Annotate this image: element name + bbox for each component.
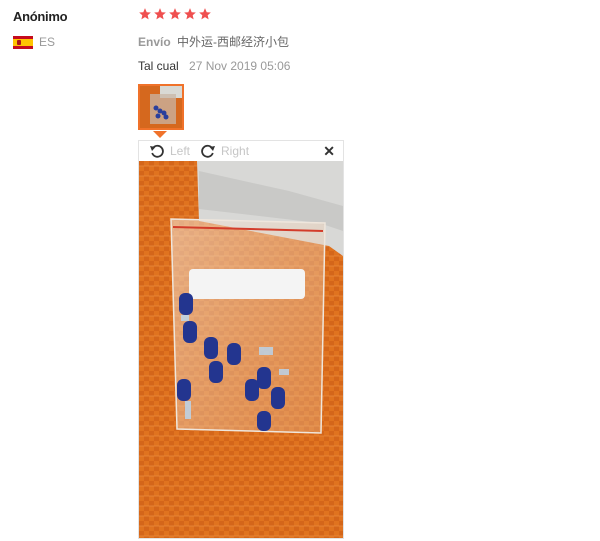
thumbnail-pointer	[153, 131, 167, 138]
viewer-toolbar: Left Right ✕	[139, 141, 343, 161]
photo-viewer: Left Right ✕	[138, 140, 344, 539]
photo-thumbnail[interactable]	[138, 84, 184, 130]
star-icon	[198, 7, 212, 21]
star-icon	[183, 7, 197, 21]
rotate-left-button[interactable]: Left	[149, 144, 190, 158]
country-code: ES	[39, 35, 56, 49]
close-icon: ✕	[323, 143, 335, 159]
review-attribute: Tal cual	[138, 59, 179, 73]
reviewer-name: Anónimo	[13, 9, 68, 24]
shipping-label: Envío	[138, 35, 171, 49]
review-photo	[139, 161, 343, 538]
shipping-value: 中外运-西邮经济小包	[177, 35, 290, 49]
rotate-right-icon	[201, 144, 216, 158]
review-meta: Tal cual 27 Nov 2019 05:06	[138, 59, 290, 73]
reviewer-country: ES	[13, 35, 55, 49]
star-icon	[153, 7, 167, 21]
rotate-right-button[interactable]: Right	[200, 144, 249, 158]
rotate-left-icon	[150, 144, 164, 158]
spain-flag-icon	[13, 35, 33, 49]
review-date: 27 Nov 2019 05:06	[189, 59, 291, 73]
close-button[interactable]: ✕	[323, 143, 335, 160]
rotate-right-label: Right	[221, 144, 250, 158]
rating-stars	[138, 7, 212, 21]
shipping-info: Envío 中外运-西邮经济小包	[138, 33, 289, 50]
photo-image	[139, 161, 343, 538]
rotate-left-label: Left	[170, 144, 191, 158]
thumbnail-image	[140, 86, 182, 128]
star-icon	[138, 7, 152, 21]
star-icon	[168, 7, 182, 21]
